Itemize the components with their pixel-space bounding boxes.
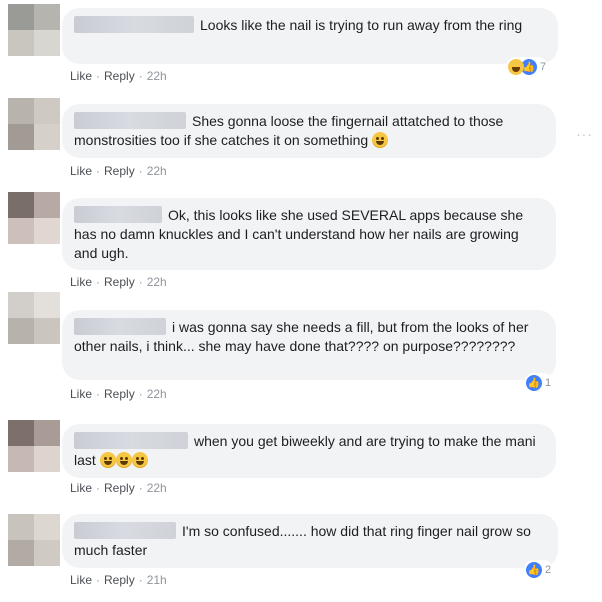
comment-actions: Like · Reply · 22h	[70, 275, 167, 289]
like-reaction-icon: 👍	[526, 375, 542, 391]
comment-bubble: when you get biweekly and are trying to …	[62, 424, 556, 478]
comment-bubble: i was gonna say she needs a fill, but fr…	[62, 310, 556, 380]
avatar[interactable]	[8, 292, 60, 344]
commenter-name[interactable]	[74, 16, 194, 33]
like-reaction-icon: 👍	[526, 562, 542, 578]
avatar[interactable]	[8, 4, 60, 56]
reaction-count: 7	[540, 61, 547, 73]
haha-reaction-icon	[508, 59, 524, 75]
reply-link[interactable]: Reply	[104, 573, 135, 587]
timestamp[interactable]: 22h	[147, 387, 167, 401]
commenter-name[interactable]	[74, 318, 166, 335]
avatar[interactable]	[8, 192, 60, 244]
comment-actions: Like · Reply · 22h	[70, 387, 167, 401]
reply-link[interactable]: Reply	[104, 275, 135, 289]
like-link[interactable]: Like	[70, 69, 92, 83]
timestamp[interactable]: 22h	[147, 481, 167, 495]
laughing-emoji-icon	[99, 452, 116, 468]
reply-link[interactable]: Reply	[104, 164, 135, 178]
timestamp[interactable]: 22h	[147, 164, 167, 178]
reply-link[interactable]: Reply	[104, 387, 135, 401]
comment-text: Looks like the nail is trying to run awa…	[200, 17, 523, 33]
timestamp[interactable]: 21h	[147, 573, 167, 587]
reaction-summary[interactable]: 👍 1	[524, 373, 554, 393]
reply-link[interactable]: Reply	[104, 481, 135, 495]
reaction-summary[interactable]: 👍 2	[524, 560, 554, 580]
reaction-count: 1	[545, 377, 552, 389]
comment-actions: Like · Reply · 22h	[70, 69, 167, 83]
like-link[interactable]: Like	[70, 481, 92, 495]
comment-actions: Like · Reply · 22h	[70, 164, 167, 178]
comment-actions: Like · Reply · 21h	[70, 573, 167, 587]
avatar[interactable]	[8, 420, 60, 472]
grin-emoji-icon	[372, 132, 389, 148]
comment-bubble: Looks like the nail is trying to run awa…	[62, 8, 558, 64]
like-link[interactable]: Like	[70, 275, 92, 289]
reply-link[interactable]: Reply	[104, 69, 135, 83]
laughing-emoji-icon	[131, 452, 148, 468]
avatar[interactable]	[8, 514, 60, 566]
commenter-name[interactable]	[74, 522, 176, 539]
commenter-name[interactable]	[74, 112, 186, 129]
reaction-count: 2	[545, 564, 552, 576]
timestamp[interactable]: 22h	[147, 69, 167, 83]
comment-bubble: Ok, this looks like she used SEVERAL app…	[62, 198, 556, 270]
laughing-emoji-icon	[115, 452, 132, 468]
like-link[interactable]: Like	[70, 164, 92, 178]
like-link[interactable]: Like	[70, 387, 92, 401]
commenter-name[interactable]	[74, 432, 188, 449]
timestamp[interactable]: 22h	[147, 275, 167, 289]
more-options-icon[interactable]: ···	[576, 126, 593, 142]
like-link[interactable]: Like	[70, 573, 92, 587]
comment-actions: Like · Reply · 22h	[70, 481, 167, 495]
avatar[interactable]	[8, 98, 60, 150]
comment-bubble: I'm so confused....... how did that ring…	[62, 514, 558, 568]
comment-bubble: Shes gonna loose the fingernail attatche…	[62, 104, 556, 158]
commenter-name[interactable]	[74, 206, 162, 223]
reaction-summary[interactable]: 👍 7	[506, 57, 549, 77]
